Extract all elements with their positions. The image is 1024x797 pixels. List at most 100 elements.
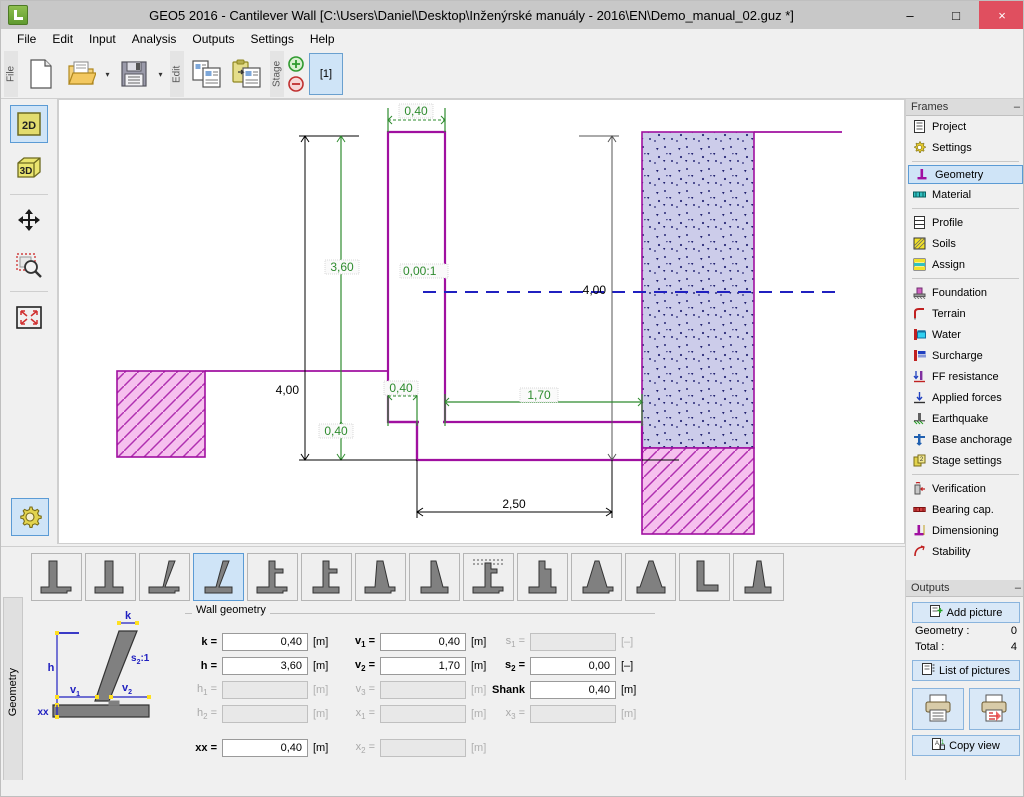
menu-item-analysis[interactable]: Analysis — [124, 30, 185, 48]
wall-shape-4[interactable] — [193, 553, 244, 601]
sidebar-item-surcharge[interactable]: Surcharge — [906, 345, 1023, 366]
assign-icon — [912, 258, 927, 272]
sidebar-item-profile[interactable]: Profile — [906, 212, 1023, 233]
dim-slope: 0,00:1 — [403, 264, 437, 278]
total-count-row: Total : 4 — [906, 639, 1023, 655]
close-button[interactable]: × — [979, 1, 1023, 29]
outputs-collapse-icon[interactable]: – — [1015, 582, 1021, 594]
wall-shape-14[interactable] — [733, 553, 784, 601]
field-v1-input[interactable]: 0,40 — [380, 633, 466, 651]
stage-tab-1[interactable]: [1] — [309, 53, 343, 95]
wall-shape-8[interactable] — [409, 553, 460, 601]
frames-collapse-icon[interactable]: – — [1014, 101, 1020, 113]
sidebar-item-water[interactable]: Water — [906, 324, 1023, 345]
view-3d-button[interactable]: 3D — [10, 149, 48, 187]
wall-shape-1[interactable] — [31, 553, 82, 601]
sidebar-item-foundation[interactable]: Foundation — [906, 282, 1023, 303]
sidebar-item-verification[interactable]: Verification — [906, 478, 1023, 499]
sidebar-item-settings[interactable]: Settings — [906, 137, 1023, 158]
wall-shape-selector — [31, 553, 791, 601]
toolbar-group-edit-label: Edit — [170, 51, 184, 97]
field-x3-input — [530, 705, 616, 723]
field-h2-input — [222, 705, 308, 723]
sidebar-item-earthquake[interactable]: Earthquake — [906, 408, 1023, 429]
menu-item-edit[interactable]: Edit — [44, 30, 81, 48]
field-s1-unit: [–] — [621, 636, 634, 648]
sidebar-item-bearing-cap[interactable]: Bearing cap. — [906, 499, 1023, 520]
list-of-pictures-button[interactable]: List of pictures — [912, 660, 1020, 681]
drawing-canvas[interactable]: 4,00 3,60 0,40 0,00:1 4,00 0,40 1,70 0,4… — [58, 99, 905, 544]
sidebar-item-stability[interactable]: Stability — [906, 541, 1023, 562]
groupbox-title: Wall geometry — [192, 604, 270, 616]
field-x2-label: x2 = — [355, 740, 375, 756]
wall-shape-7[interactable] — [355, 553, 406, 601]
menu-item-input[interactable]: Input — [81, 30, 124, 48]
wall-shape-5[interactable] — [247, 553, 298, 601]
add-picture-button[interactable]: Add picture — [912, 602, 1020, 623]
sidebar-label-ff-resistance: FF resistance — [932, 370, 999, 383]
print-button[interactable] — [912, 688, 964, 730]
wall-shape-9[interactable] — [463, 553, 514, 601]
save-floppy-icon[interactable] — [115, 52, 153, 96]
minimize-button[interactable]: – — [887, 1, 933, 29]
field-x1-input — [380, 705, 466, 723]
menu-item-settings[interactable]: Settings — [242, 30, 301, 48]
wall-shape-12[interactable] — [625, 553, 676, 601]
menu-item-outputs[interactable]: Outputs — [184, 30, 242, 48]
sidebar-item-assign[interactable]: Assign — [906, 254, 1023, 275]
sidebar-item-material[interactable]: Material — [906, 184, 1023, 205]
wall-shape-6[interactable] — [301, 553, 352, 601]
field-k-input[interactable]: 0,40 — [222, 633, 308, 651]
stage-settings-icon: 2 — [912, 454, 927, 468]
frames-separator-3 — [912, 278, 1019, 279]
paste-clipboard-icon[interactable] — [228, 52, 266, 96]
dim-wall-height-group: 3,60 — [324, 135, 360, 431]
field-v2-input[interactable]: 1,70 — [380, 657, 466, 675]
sidebar-item-soils[interactable]: Soils — [906, 233, 1023, 254]
menu-item-file[interactable]: File — [9, 30, 44, 48]
field-x1-unit: [m] — [471, 708, 487, 720]
menu-item-help[interactable]: Help — [302, 30, 343, 48]
wall-shape-13[interactable] — [679, 553, 730, 601]
frames-list: Project Settings Geometry Material Profi… — [906, 116, 1023, 562]
sidebar-item-base-anchorage[interactable]: Base anchorage — [906, 429, 1023, 450]
diagram-label-v1: v1 — [70, 684, 80, 698]
frames-separator-4 — [912, 474, 1019, 475]
copy-documents-icon[interactable] — [188, 52, 226, 96]
field-shank-input[interactable]: 0,40 — [530, 681, 616, 699]
copy-view-button[interactable]: A1 Copy view — [912, 735, 1020, 756]
open-folder-icon[interactable] — [62, 52, 100, 96]
sidebar-item-dimensioning[interactable]: Dimensioning — [906, 520, 1023, 541]
print-report-button[interactable] — [968, 688, 1020, 730]
sidebar-item-project[interactable]: Project — [906, 116, 1023, 137]
minus-circle-icon[interactable] — [287, 75, 305, 93]
zoom-fit-button[interactable] — [10, 299, 48, 337]
view-2d-button[interactable]: 2D — [10, 105, 48, 143]
pan-tool-button[interactable] — [10, 202, 48, 240]
sidebar-item-applied-forces[interactable]: Applied forces — [906, 387, 1023, 408]
maximize-button[interactable]: □ — [933, 1, 979, 29]
sidebar-item-terrain[interactable]: Terrain — [906, 303, 1023, 324]
zoom-window-button[interactable] — [10, 246, 48, 284]
svg-text:A: A — [935, 741, 939, 747]
open-dropdown-arrow[interactable]: ▾ — [101, 52, 114, 96]
field-h-input[interactable]: 3,60 — [222, 657, 308, 675]
dim-total-height-right: 4,00 — [583, 283, 607, 297]
plus-circle-icon[interactable] — [287, 55, 305, 73]
sidebar-item-ff-resistance[interactable]: FF resistance — [906, 366, 1023, 387]
wall-shape-10[interactable] — [517, 553, 568, 601]
new-document-icon[interactable] — [22, 52, 60, 96]
wall-shape-2[interactable] — [85, 553, 136, 601]
field-xx-input[interactable]: 0,40 — [222, 739, 308, 757]
vertical-tab-geometry[interactable]: Geometry — [3, 597, 23, 787]
save-dropdown-arrow[interactable]: ▾ — [154, 52, 167, 96]
sidebar-item-geometry[interactable]: Geometry — [908, 165, 1023, 184]
field-k-unit: [m] — [313, 636, 329, 648]
wall-shape-11[interactable] — [571, 553, 622, 601]
toolbar-group-stage-label: Stage — [270, 51, 284, 97]
sidebar-label-profile: Profile — [932, 216, 964, 229]
field-s2-input[interactable]: 0,00 — [530, 657, 616, 675]
wall-shape-3[interactable] — [139, 553, 190, 601]
sidebar-item-stage-settings[interactable]: 2 Stage settings — [906, 450, 1023, 471]
view-settings-button[interactable] — [10, 498, 49, 536]
